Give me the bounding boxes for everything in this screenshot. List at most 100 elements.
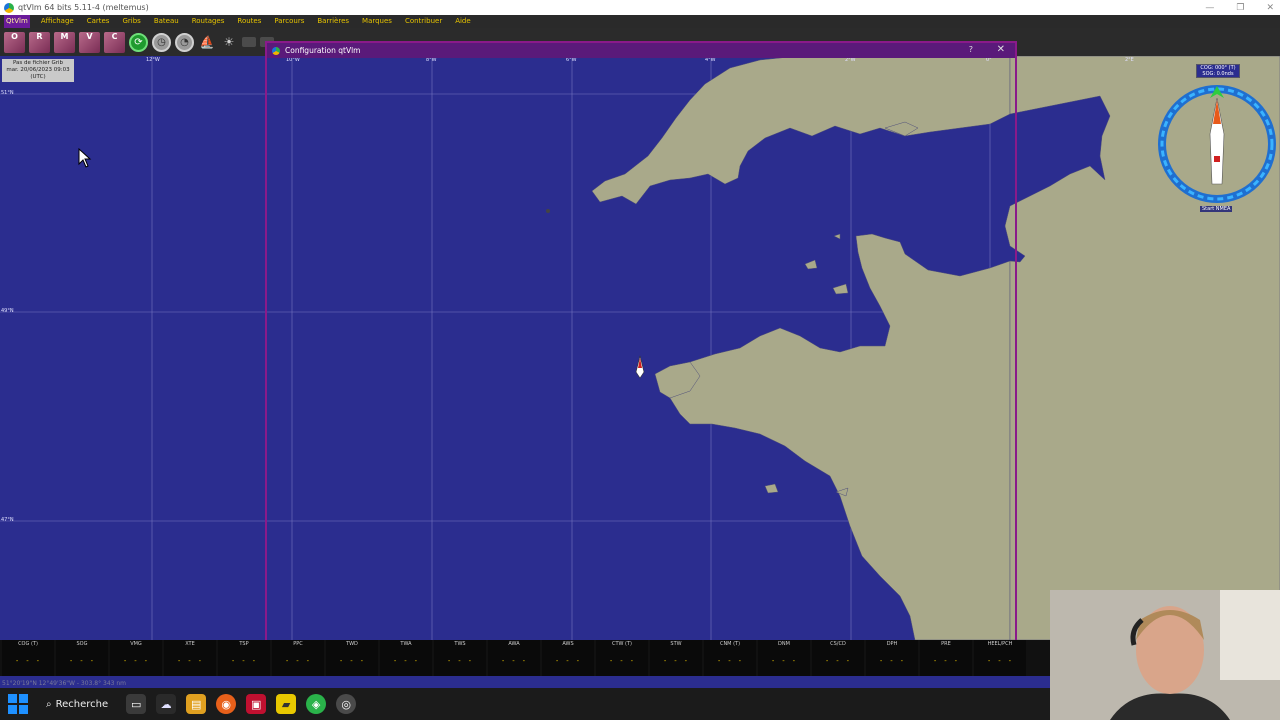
instrument-aws[interactable]: AWS - - -: [542, 640, 594, 676]
instrument-value: - - -: [176, 657, 204, 665]
longitude-label: 12°W: [146, 57, 160, 63]
start-nmea-button[interactable]: Start NMEA: [1200, 206, 1233, 212]
maximize-button[interactable]: ❐: [1236, 3, 1244, 13]
os-taskbar: ⌕ Recherche ▭ ☁ ▤ ◉ ▣ ▰ ◈ ◎: [0, 688, 1050, 720]
minimize-button[interactable]: —: [1205, 3, 1214, 13]
instrument-stw[interactable]: STW - - -: [650, 640, 702, 676]
instrument-tsp[interactable]: TSP - - -: [218, 640, 270, 676]
menu-aide[interactable]: Aide: [453, 15, 472, 28]
teams-icon[interactable]: ☁: [156, 694, 177, 714]
instrument-tws[interactable]: TWS - - -: [434, 640, 486, 676]
instrument-awa[interactable]: AWA - - -: [488, 640, 540, 676]
grib-status: Pas de fichier Grib: [12, 60, 64, 66]
menu-marques[interactable]: Marques: [360, 15, 394, 28]
refresh-icon[interactable]: ⟳: [129, 32, 148, 52]
grib-open-button[interactable]: O: [4, 31, 25, 53]
clock-icon[interactable]: ◷: [152, 32, 171, 52]
instrument-label: STW: [670, 641, 682, 647]
configuration-dialog[interactable]: Configuration qtVlm ? ✕: [265, 41, 1017, 645]
menu-bar: QtVlm Affichage Cartes Gribs Bateau Rout…: [0, 15, 1280, 28]
instrument-label: TWA: [400, 641, 412, 647]
instrument-value: - - -: [500, 657, 528, 665]
toolbar-hidden-button[interactable]: [242, 37, 256, 47]
instrument-value: - - -: [986, 657, 1014, 665]
instrument-cs-cd[interactable]: CS/CD - - -: [812, 640, 864, 676]
menu-parcours[interactable]: Parcours: [272, 15, 306, 28]
instrument-label: TSP: [239, 641, 249, 647]
qtvlm-app-icon: [272, 46, 280, 55]
instrument-twa[interactable]: TWA - - -: [380, 640, 432, 676]
instrument-label: TWS: [454, 641, 466, 647]
grib-c-button[interactable]: C: [104, 31, 125, 53]
obs-icon[interactable]: ◎: [336, 694, 357, 714]
menu-routages[interactable]: Routages: [190, 15, 227, 28]
instrument-label: PPC: [293, 641, 303, 647]
dialog-titlebar[interactable]: Configuration qtVlm ? ✕: [267, 43, 1015, 58]
menu-contribuer[interactable]: Contribuer: [403, 15, 444, 28]
instrument-label: CTW (T): [611, 641, 633, 647]
menu-affichage[interactable]: Affichage: [39, 15, 76, 28]
instrument-ctw[interactable]: CTW (T) - - -: [596, 640, 648, 676]
instrument-label: CS/CD: [830, 641, 846, 647]
compass-widget[interactable]: COG: 000° (T) SOG: 0.0nds Start NMEA: [1156, 64, 1278, 216]
search-icon: ⌕: [46, 698, 52, 710]
grib-date: mar. 20/06/2023 09:03: [6, 67, 70, 73]
file-explorer-icon[interactable]: ▤: [186, 694, 207, 714]
media-app-icon[interactable]: ▣: [246, 694, 267, 714]
grib-r-button[interactable]: R: [29, 31, 50, 53]
instrument-value: - - -: [338, 657, 366, 665]
instrument-dnm[interactable]: DNM - - -: [758, 640, 810, 676]
sog-value: SOG: 0.0nds: [1202, 71, 1234, 77]
windows-start-icon[interactable]: [8, 694, 28, 714]
instrument-twd[interactable]: TWD - - -: [326, 640, 378, 676]
search-label: Recherche: [55, 698, 109, 710]
latitude-label: 49°N: [1, 308, 14, 314]
boat-sail-icon[interactable]: ⛵: [198, 33, 216, 51]
grib-m-button[interactable]: M: [54, 31, 75, 53]
instrument-dph[interactable]: DPH - - -: [866, 640, 918, 676]
dialog-help-button[interactable]: ?: [969, 45, 973, 54]
latitude-label: 51°N: [1, 90, 14, 96]
instrument-label: AWA: [508, 641, 520, 647]
close-button[interactable]: ✕: [1266, 3, 1274, 13]
dialog-title: Configuration qtVlm: [285, 46, 361, 55]
instrument-vmg[interactable]: VMG - - -: [110, 640, 162, 676]
instrument-label: DPH: [886, 641, 898, 647]
taskbar-search[interactable]: ⌕ Recherche: [38, 693, 116, 715]
grib-v-button[interactable]: V: [79, 31, 100, 53]
instrument-ppc[interactable]: PPC - - -: [272, 640, 324, 676]
qtvlm-taskbar-icon[interactable]: ◈: [306, 694, 327, 714]
instrument-label: XTE: [185, 641, 195, 647]
instrument-xte[interactable]: XTE - - -: [164, 640, 216, 676]
instrument-value: - - -: [608, 657, 636, 665]
instrument-value: - - -: [878, 657, 906, 665]
menu-bateau[interactable]: Bateau: [152, 15, 181, 28]
timer-icon[interactable]: ◔: [175, 32, 194, 52]
menu-barrieres[interactable]: Barrières: [315, 15, 351, 28]
instrument-cnm[interactable]: CNM (T) - - -: [704, 640, 756, 676]
instrument-sog[interactable]: SOG - - -: [56, 640, 108, 676]
menu-qtvlm[interactable]: QtVlm: [4, 15, 30, 28]
task-view-icon[interactable]: ▭: [126, 694, 147, 714]
presenter-video: [1050, 590, 1280, 720]
compass-rose-icon: [1158, 85, 1276, 203]
instrument-value: - - -: [284, 657, 312, 665]
dialog-close-button[interactable]: ✕: [997, 44, 1005, 55]
window-controls: — ❐ ✕: [1205, 0, 1274, 15]
qtvlm-app-icon: [4, 2, 14, 13]
instrument-heel[interactable]: HEEL/PCH - - -: [974, 640, 1026, 676]
instrument-value: - - -: [824, 657, 852, 665]
instrument-cog[interactable]: COG (T) - - -: [2, 640, 54, 676]
menu-routes[interactable]: Routes: [235, 15, 263, 28]
firefox-icon[interactable]: ◉: [216, 694, 237, 714]
qtvlm-window: qtVlm 64 bits 5.11-4 (meltemus) — ❐ ✕ Qt…: [0, 0, 1280, 720]
lightbulb-icon[interactable]: ☀: [220, 33, 238, 51]
menu-cartes[interactable]: Cartes: [85, 15, 112, 28]
instrument-pre[interactable]: PRE - - -: [920, 640, 972, 676]
instrument-value: - - -: [68, 657, 96, 665]
menu-gribs[interactable]: Gribs: [120, 15, 142, 28]
instrument-label: TWD: [346, 641, 358, 647]
instrument-label: DNM: [778, 641, 790, 647]
sticky-notes-icon[interactable]: ▰: [276, 694, 297, 714]
longitude-label: 2°E: [1125, 57, 1134, 63]
